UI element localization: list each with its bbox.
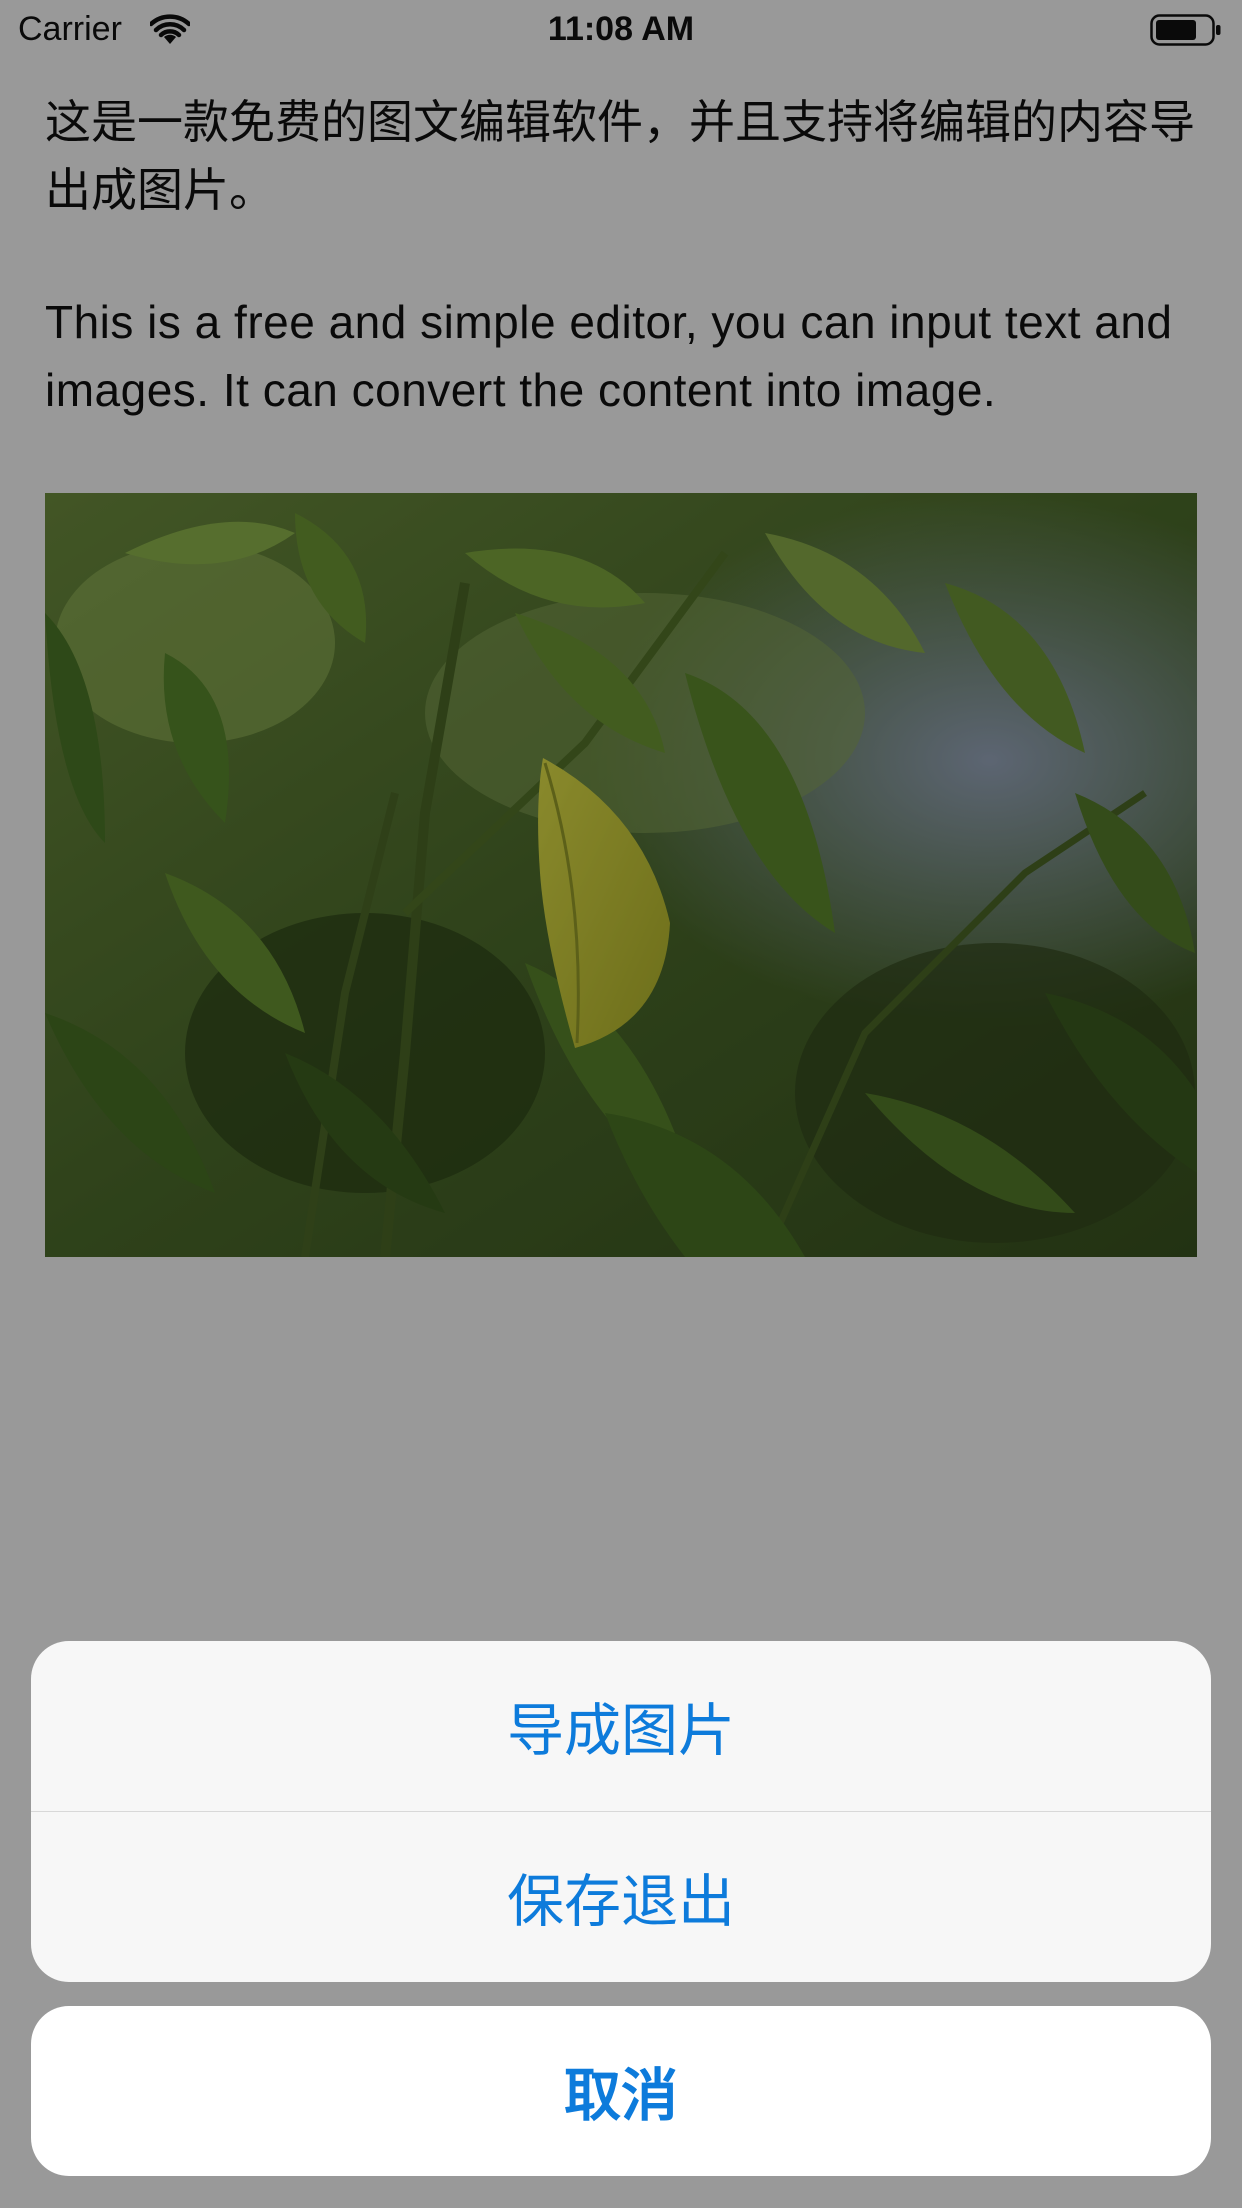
save-and-exit-button[interactable]: 保存退出 <box>31 1812 1211 1982</box>
cancel-button[interactable]: 取消 <box>31 2006 1211 2176</box>
screen: Carrier 11:08 AM 这是一款免费的图文编辑软件，并且支持将编辑的内… <box>0 0 1242 2208</box>
action-sheet: 导成图片 保存退出 <box>31 1641 1211 1982</box>
export-image-button[interactable]: 导成图片 <box>31 1641 1211 1811</box>
